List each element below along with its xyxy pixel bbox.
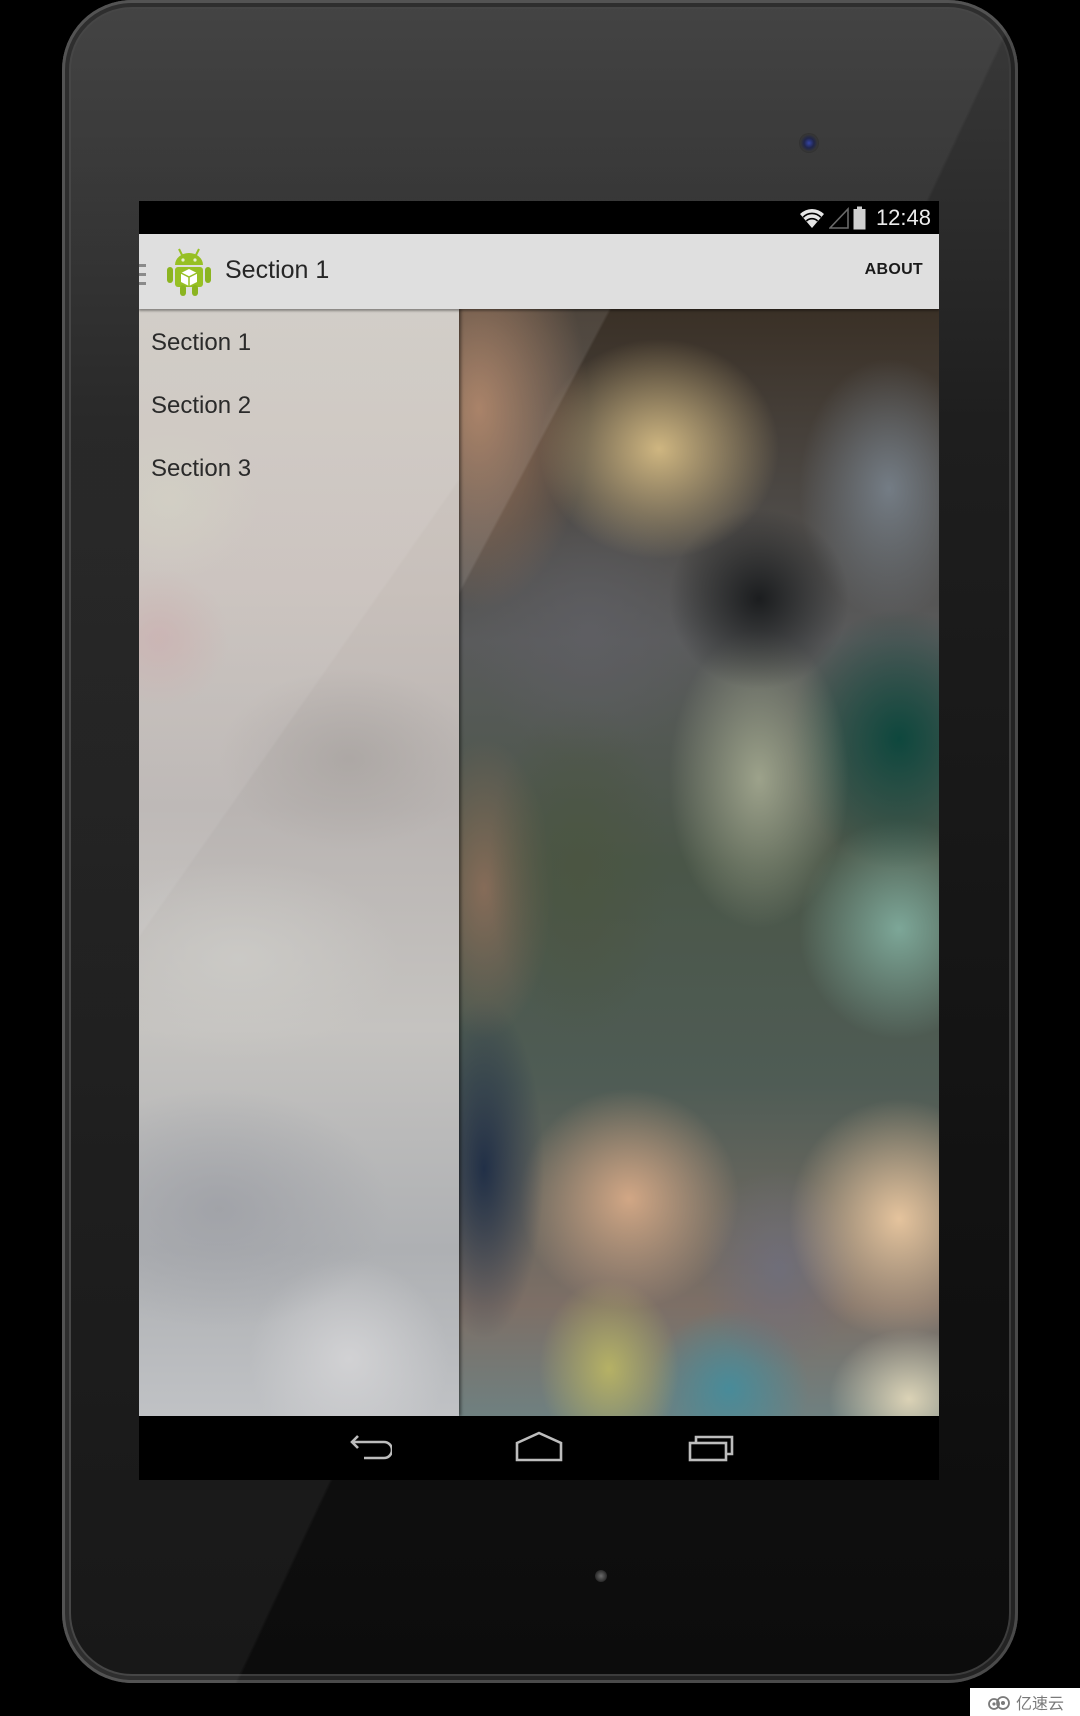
- about-button[interactable]: ABOUT: [865, 261, 923, 279]
- recents-icon[interactable]: [687, 1430, 735, 1466]
- drawer-item-section-3[interactable]: Section 3: [151, 455, 251, 483]
- screen: 12:48 Section 1 ABOUT Section 1 Section …: [139, 201, 939, 1480]
- blurred-background-image: [459, 309, 939, 1416]
- front-camera: [799, 133, 819, 153]
- action-bar-title: Section 1: [225, 256, 330, 284]
- battery-icon: [853, 206, 866, 230]
- cloud-logo-icon: [988, 1696, 1010, 1710]
- drawer-item-section-1[interactable]: Section 1: [151, 329, 251, 357]
- action-bar: Section 1 ABOUT: [139, 234, 939, 309]
- back-icon[interactable]: [344, 1430, 392, 1466]
- watermark: 亿速云: [970, 1688, 1080, 1716]
- watermark-text: 亿速云: [1015, 1696, 1064, 1713]
- home-icon[interactable]: [515, 1430, 563, 1466]
- drawer-indicator-icon[interactable]: [139, 264, 146, 291]
- cell-signal-icon: [828, 207, 849, 229]
- light-sensor: [595, 1570, 607, 1582]
- android-app-icon[interactable]: [163, 246, 215, 298]
- navigation-drawer: Section 1 Section 2 Section 3: [139, 309, 459, 1416]
- wifi-icon: [799, 209, 824, 228]
- status-bar: 12:48: [139, 201, 939, 234]
- navigation-bar: [139, 1416, 939, 1480]
- drawer-item-section-2[interactable]: Section 2: [151, 392, 251, 420]
- clock: 12:48: [875, 205, 931, 230]
